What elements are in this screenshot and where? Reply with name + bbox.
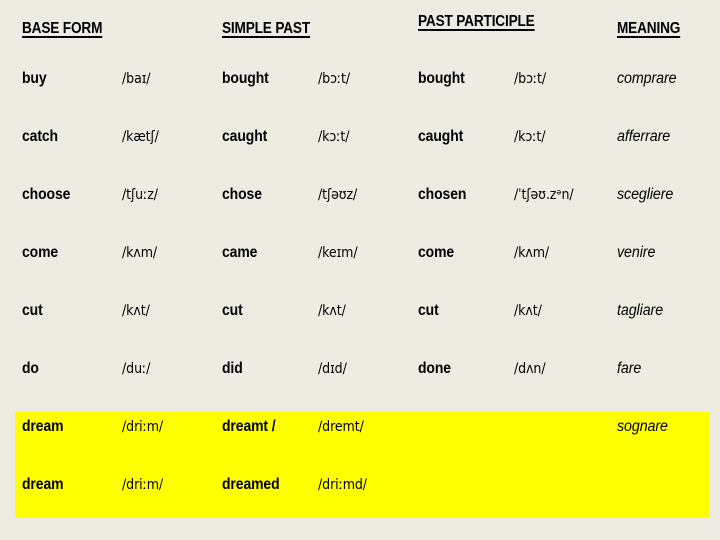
- cell-past-participle-ipa: /bɔːt/: [514, 71, 547, 87]
- cell-past-participle-ipa: /ˈtʃəʊ.zᵊn/: [514, 187, 574, 203]
- cell-base-form: do: [22, 360, 39, 377]
- cell-past-participle-ipa: /kʌm/: [514, 245, 550, 261]
- cell-base-form: dream: [22, 476, 64, 493]
- cell-past-participle-ipa: /kɔːt/: [514, 129, 546, 145]
- cell-base-form-ipa: /kʌt/: [122, 303, 150, 319]
- column-header-meaning: MEANING: [617, 20, 681, 37]
- cell-base-form: come: [22, 244, 59, 261]
- cell-simple-past-ipa: /bɔːt/: [318, 71, 351, 87]
- cell-base-form-ipa: /baɪ/: [122, 71, 151, 87]
- cell-past-participle: come: [418, 244, 455, 261]
- cell-simple-past-ipa: /kɔːt/: [318, 129, 350, 145]
- cell-meaning: venire: [617, 244, 656, 261]
- cell-simple-past-ipa: /driːmd/: [318, 477, 367, 493]
- cell-base-form: buy: [22, 70, 47, 87]
- cell-base-form: catch: [22, 128, 58, 145]
- cell-past-participle: cut: [418, 302, 439, 319]
- cell-base-form: dream: [22, 418, 64, 435]
- cell-meaning: comprare: [617, 70, 677, 87]
- cell-simple-past-ipa: /dɪd/: [318, 361, 347, 377]
- cell-meaning: scegliere: [617, 186, 674, 203]
- cell-past-participle: caught: [418, 128, 464, 145]
- cell-base-form: cut: [22, 302, 43, 319]
- table-row: do/duː/did/dɪd/done/dʌn/fare: [0, 358, 720, 416]
- cell-past-participle: done: [418, 360, 451, 377]
- cell-simple-past: bought: [222, 70, 269, 87]
- cell-past-participle-ipa: /kʌt/: [514, 303, 542, 319]
- cell-base-form-ipa: /driːm/: [122, 419, 164, 435]
- cell-simple-past: did: [222, 360, 243, 377]
- cell-simple-past: dreamt /: [222, 418, 276, 435]
- cell-past-participle: bought: [418, 70, 465, 87]
- cell-base-form-ipa: /tʃuːz/: [122, 187, 158, 203]
- cell-simple-past: came: [222, 244, 258, 261]
- column-header-simple-past: SIMPLE PAST: [222, 20, 310, 37]
- irregular-verbs-table: BASE FORM SIMPLE PAST PAST PARTICIPLE ME…: [0, 0, 720, 540]
- cell-base-form-ipa: /kʌm/: [122, 245, 158, 261]
- cell-meaning: afferrare: [617, 128, 671, 145]
- cell-meaning: sognare: [617, 418, 668, 435]
- table-row: dream/driːm/dreamt / /dremt/sognare: [0, 416, 720, 474]
- cell-simple-past: cut: [222, 302, 243, 319]
- table-row: catch/kætʃ/caught/kɔːt/caught/kɔːt/affer…: [0, 126, 720, 184]
- cell-simple-past: dreamed: [222, 476, 280, 493]
- cell-base-form: choose: [22, 186, 71, 203]
- cell-simple-past-ipa: /dremt/: [318, 419, 364, 435]
- cell-simple-past-ipa: /keɪm/: [318, 245, 358, 261]
- cell-meaning: tagliare: [617, 302, 664, 319]
- table-row: choose/tʃuːz/chose/tʃəʊz/chosen/ˈtʃəʊ.zᵊ…: [0, 184, 720, 242]
- cell-past-participle-ipa: /dʌn/: [514, 361, 546, 377]
- table-row: buy/baɪ/bought/bɔːt/bought/bɔːt/comprare: [0, 68, 720, 126]
- column-header-base-form: BASE FORM: [22, 20, 103, 37]
- cell-base-form-ipa: /duː/: [122, 361, 151, 377]
- table-row: come/kʌm/came/keɪm/come/kʌm/venire: [0, 242, 720, 300]
- cell-simple-past-ipa: /tʃəʊz/: [318, 187, 358, 203]
- table-row: dream/driːm/dreamed/driːmd/: [0, 474, 720, 532]
- cell-past-participle: chosen: [418, 186, 467, 203]
- table-header-row: BASE FORM SIMPLE PAST PAST PARTICIPLE ME…: [0, 0, 720, 52]
- cell-base-form-ipa: /driːm/: [122, 477, 164, 493]
- column-header-past-participle: PAST PARTICIPLE: [418, 13, 535, 30]
- table-row: cut/kʌt/cut/kʌt/cut/kʌt/tagliare: [0, 300, 720, 358]
- cell-simple-past: caught: [222, 128, 268, 145]
- cell-meaning: fare: [617, 360, 642, 377]
- cell-simple-past: chose: [222, 186, 262, 203]
- cell-base-form-ipa: /kætʃ/: [122, 129, 159, 145]
- cell-simple-past-ipa: /kʌt/: [318, 303, 346, 319]
